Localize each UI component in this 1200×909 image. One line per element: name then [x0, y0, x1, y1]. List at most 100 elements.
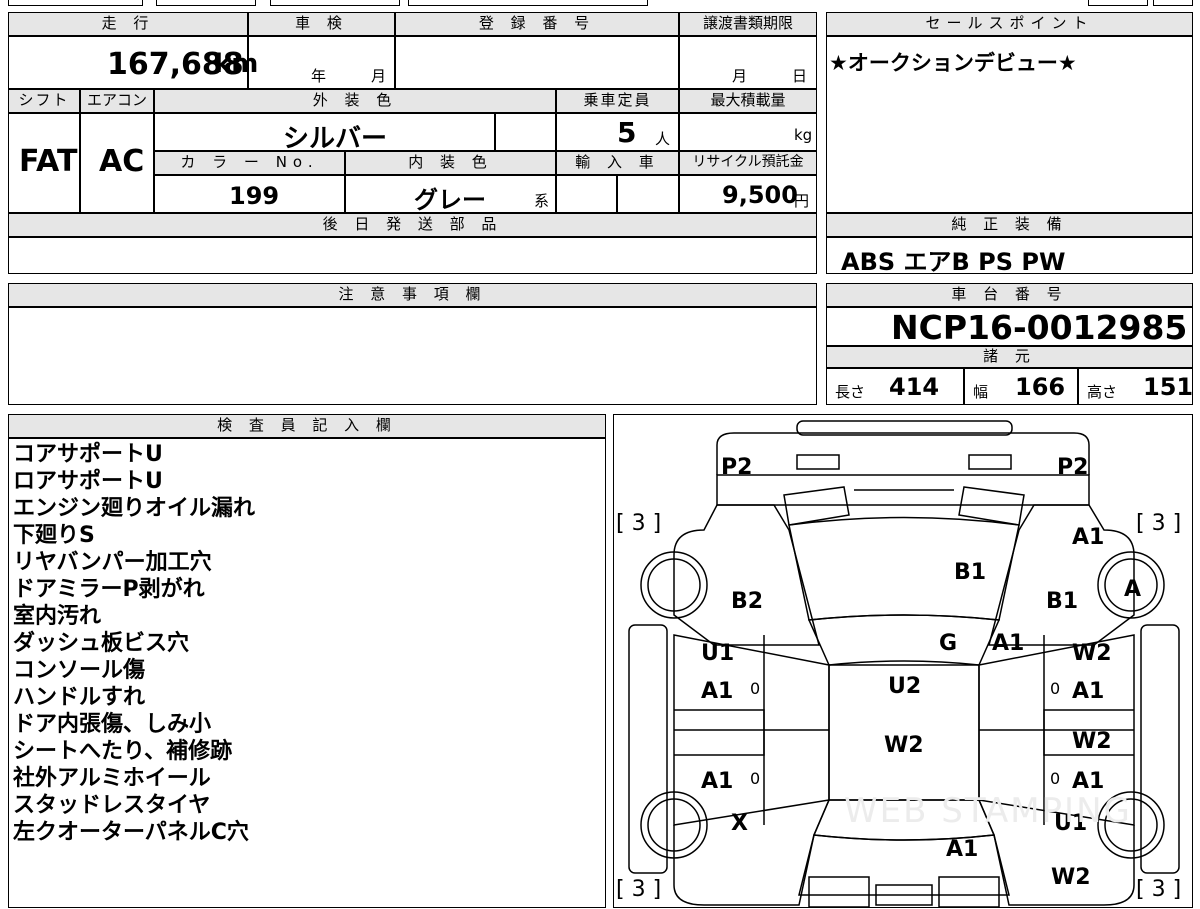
mileage-cell: 167,688 km	[8, 36, 258, 89]
capacity-header: 乗車定員	[556, 89, 679, 113]
label-bracket-top-right: [ 3 ]	[1136, 511, 1182, 536]
aircon-value: AC	[99, 144, 145, 179]
deadline-day-label: 日	[792, 67, 808, 85]
inspector-line: シートへたり、補修跡	[13, 739, 233, 764]
sales-point-cell: ★オークションデビュー★	[826, 36, 1193, 213]
label-b1-hood: B1	[954, 560, 987, 585]
transfer-deadline-header: 譲渡書類期限	[679, 12, 817, 36]
inspector-list: コアサポートU ロアサポートU エンジン廻りオイル漏れ 下廻りS リヤバンパー加工穴 ドア…	[13, 441, 255, 846]
notes-header: 注 意 事 項 欄	[8, 283, 817, 307]
label-zero-4: 0	[1050, 769, 1061, 788]
interior-color-header: 内 装 色	[345, 151, 556, 175]
exterior-color-value: シルバー	[283, 124, 388, 154]
inspector-line: ダッシュ板ビス穴	[13, 631, 190, 656]
shaken-month-label: 月	[371, 67, 387, 85]
top-strip	[8, 0, 1193, 8]
genuine-equipment-cell: ABS エアB PS PW	[826, 237, 1193, 276]
capacity-cell: 5 人	[556, 113, 679, 151]
inspector-line: 社外アルミホイール	[13, 766, 211, 791]
spec-height-cell: 高さ 151	[1078, 368, 1193, 405]
inspector-header: 検 査 員 記 入 欄	[8, 414, 606, 438]
inspector-line: ハンドルすれ	[13, 685, 146, 710]
transfer-deadline-cell: 月 日	[679, 36, 817, 89]
label-b2-left: B2	[731, 589, 764, 614]
label-bracket-top-left: [ 3 ]	[616, 511, 662, 536]
watermark: WEB STAMPING	[844, 791, 1132, 831]
registration-cell	[395, 36, 679, 89]
genuine-equipment-header: 純 正 装 備	[826, 213, 1193, 237]
shift-value: FAT	[19, 144, 78, 179]
inspector-line: ドアミラーP剥がれ	[13, 577, 205, 602]
label-b1-right: B1	[1046, 589, 1079, 614]
label-bracket-bottom-left: [ 3 ]	[616, 877, 662, 902]
registration-header: 登 録 番 号	[395, 12, 679, 36]
label-zero-2: 0	[1050, 679, 1061, 698]
aircon-cell: AC	[80, 113, 154, 213]
spec-width-label: 幅	[973, 383, 989, 401]
label-a1-rear: A1	[946, 837, 979, 862]
color-no-value: 199	[229, 182, 280, 210]
interior-color-value: グレー	[414, 186, 486, 214]
exterior-color-header: 外 装 色	[154, 89, 556, 113]
deadline-month-label: 月	[732, 67, 748, 85]
chassis-header: 車 台 番 号	[826, 283, 1193, 307]
label-a1-left-front-door: A1	[701, 679, 734, 704]
inspector-line: 左クオーターパネルC穴	[13, 820, 249, 845]
capacity-unit: 人	[655, 130, 671, 148]
genuine-equipment-value: ABS エアB PS PW	[841, 248, 1066, 276]
import-cell-2	[617, 175, 679, 213]
label-zero-3: 0	[750, 769, 761, 788]
inspector-line: 室内汚れ	[13, 604, 102, 629]
label-a1-front-right: A1	[1072, 525, 1105, 550]
inspector-line: コアサポートU	[13, 442, 163, 467]
shift-header: シフト	[8, 89, 80, 113]
spec-length-cell: 長さ 414	[826, 368, 964, 405]
exterior-color-cell: シルバー	[154, 113, 495, 154]
label-g-windshield: G	[939, 631, 958, 656]
recycle-value: 9,500	[722, 181, 798, 209]
inspector-line: 下廻りS	[13, 523, 95, 548]
label-a1-left-rear-door: A1	[701, 769, 734, 794]
chassis-value: NCP16-0012985	[891, 308, 1188, 347]
later-parts-cell	[8, 237, 817, 274]
recycle-cell: 9,500 円	[679, 175, 817, 213]
import-header: 輸 入 車	[556, 151, 679, 175]
shaken-year-label: 年	[311, 67, 327, 85]
sales-point-text: ★オークションデビュー★	[829, 51, 1077, 75]
inspector-line: ドア内張傷、しみ小	[13, 712, 212, 737]
color-no-header: カ ラ ー No.	[154, 151, 345, 175]
label-p2-right: P2	[1057, 455, 1089, 480]
damage-diagram: P2 P2 [ 3 ] [ 3 ] [ 3 ] [ 3 ] A1 B1 B2 B…	[613, 414, 1193, 908]
spec-length-label: 長さ	[835, 383, 866, 401]
spec-height-label: 高さ	[1087, 383, 1118, 401]
shift-cell: FAT	[8, 113, 80, 213]
inspector-line: コンソール傷	[13, 658, 146, 683]
interior-color-cell: グレー 系	[345, 175, 556, 214]
interior-color-suffix: 系	[534, 192, 550, 210]
shaken-cell: 年 月	[248, 36, 395, 89]
label-a1-right-front-door: A1	[1072, 679, 1105, 704]
color-no-cell: 199	[154, 175, 345, 213]
later-parts-header: 後 日 発 送 部 品	[8, 213, 817, 237]
recycle-header: リサイクル預託金	[679, 151, 817, 175]
label-w2-right-front: W2	[1072, 641, 1112, 666]
inspector-cell: コアサポートU ロアサポートU エンジン廻りオイル漏れ 下廻りS リヤバンパー加工穴 ドア…	[8, 438, 606, 908]
chassis-cell: NCP16-0012985	[826, 307, 1193, 347]
aircon-header: エアコン	[80, 89, 154, 113]
import-cell-1	[556, 175, 617, 213]
label-a-wheel: A	[1124, 577, 1142, 602]
inspector-line: リヤバンパー加工穴	[13, 550, 212, 575]
label-w2-right-rear: W2	[1072, 729, 1112, 754]
label-w2-roof: W2	[884, 733, 924, 758]
specs-header: 諸 元	[826, 346, 1193, 368]
max-load-header: 最大積載量	[679, 89, 817, 113]
label-p2-left: P2	[721, 455, 753, 480]
spec-height-value: 151	[1143, 373, 1194, 401]
label-u1-left: U1	[701, 641, 735, 666]
label-w2-right-bottom: W2	[1051, 865, 1091, 890]
sales-point-header: セールスポイント	[826, 12, 1193, 36]
label-zero-1: 0	[750, 679, 761, 698]
inspector-line: スタッドレスタイヤ	[13, 793, 211, 818]
notes-cell	[8, 307, 817, 405]
shaken-header: 車 検	[248, 12, 395, 36]
